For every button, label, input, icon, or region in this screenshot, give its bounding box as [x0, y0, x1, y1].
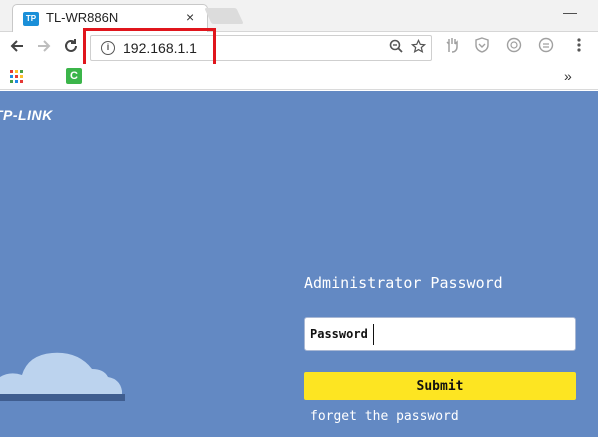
form-title: Administrator Password: [304, 274, 503, 292]
back-arrow-icon[interactable]: [6, 37, 28, 59]
more-bookmarks-button[interactable]: »: [564, 68, 572, 84]
text-caret: [373, 324, 374, 345]
window-minimize-button[interactable]: —: [563, 4, 577, 20]
kebab-menu-icon[interactable]: [569, 37, 589, 57]
tplink-logo: TP-LINK: [0, 107, 53, 123]
hand-extension-icon[interactable]: [442, 37, 462, 57]
zoom-icon[interactable]: [387, 39, 405, 57]
emoji-extension-icon-2[interactable]: [536, 37, 556, 57]
shield-extension-icon[interactable]: [472, 37, 492, 57]
new-tab-button[interactable]: [204, 8, 244, 24]
password-label: Password: [310, 327, 368, 341]
green-c-icon[interactable]: C: [66, 68, 82, 84]
reload-icon[interactable]: [60, 37, 82, 59]
apps-grid-icon[interactable]: [10, 70, 23, 88]
password-input[interactable]: Password: [304, 317, 576, 351]
tplink-favicon-icon: TP: [23, 12, 39, 26]
close-tab-icon[interactable]: ×: [186, 9, 194, 25]
cloud-illustration: [0, 352, 125, 401]
tab-title: TL-WR886N: [46, 10, 119, 25]
forward-arrow-icon[interactable]: [33, 37, 55, 59]
star-icon[interactable]: [409, 38, 427, 57]
emoji-extension-icon[interactable]: [504, 37, 524, 57]
router-login-page: TP-LINK Administrator Password Password …: [0, 91, 598, 437]
forget-password-link[interactable]: forget the password: [310, 409, 459, 424]
bookmarks-bar: C »: [0, 64, 598, 90]
submit-button[interactable]: Submit: [304, 372, 576, 400]
